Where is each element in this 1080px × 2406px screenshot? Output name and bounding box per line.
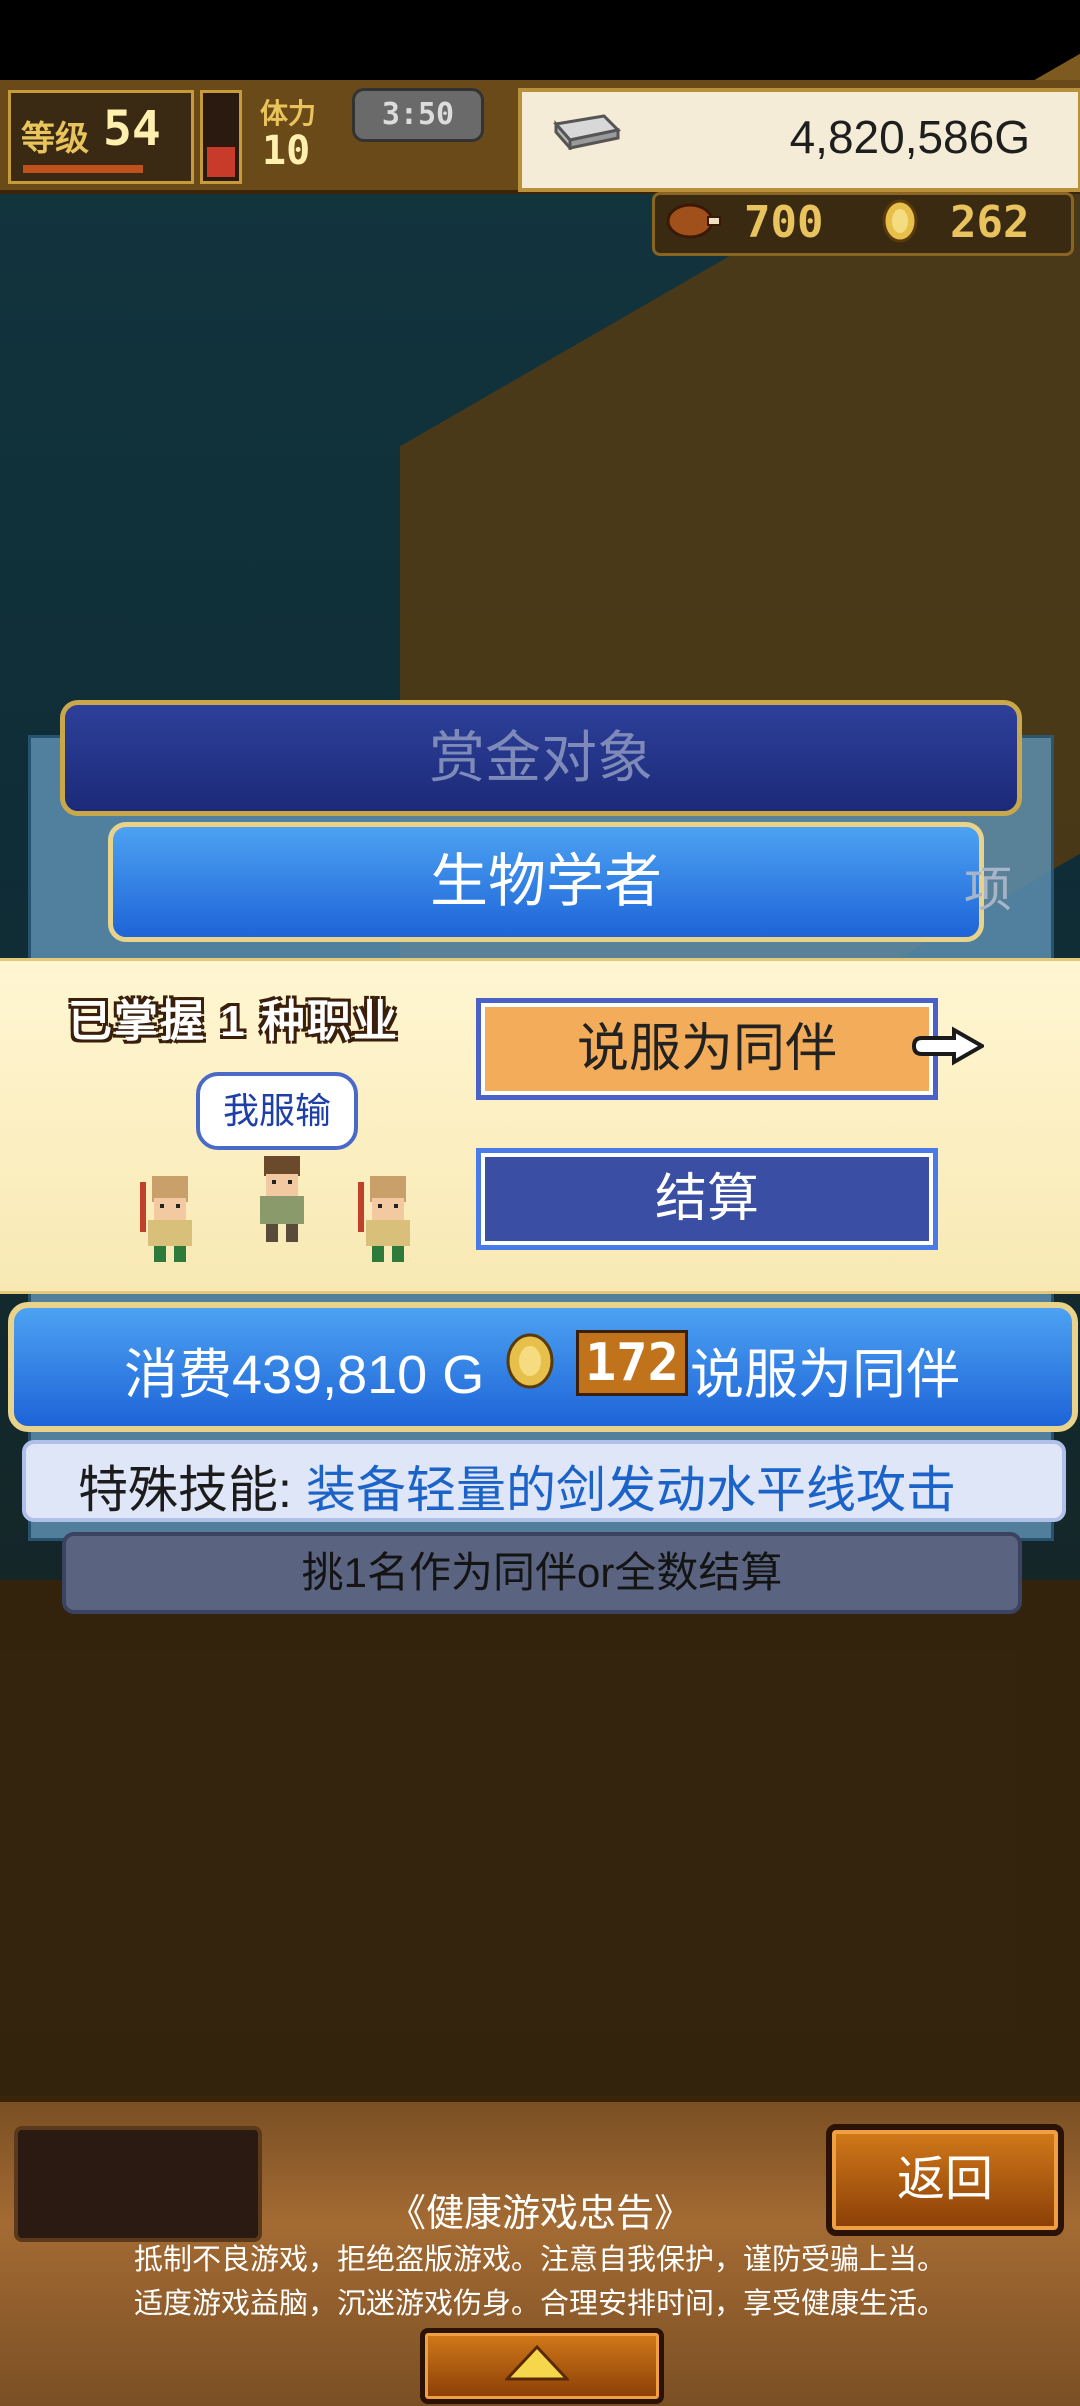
mastered-jobs-label: 已掌握 1 种职业: [68, 997, 399, 1046]
character-sprite-center[interactable]: [244, 1150, 320, 1246]
special-skill-label: 特殊技能:: [78, 1462, 292, 1518]
stamina-value: 10: [262, 128, 311, 174]
recruit-button[interactable]: 说服为同伴: [476, 998, 938, 1100]
silver-bar-icon: [553, 114, 622, 150]
meat-value: 700: [744, 197, 824, 248]
stamina-gauge: [200, 90, 242, 184]
gold-value: 4,820,586G: [789, 111, 1030, 163]
health-advice-line-1: 抵制不良游戏，拒绝盗版游戏。注意自我保护，谨防受骗上当。: [133, 2244, 946, 2276]
character-sprite-left[interactable]: [130, 1170, 210, 1266]
gold-coin-icon: [506, 1333, 554, 1389]
special-skill-text: 装备轻量的剑发动水平线攻击: [306, 1462, 956, 1518]
character-sprite-right[interactable]: [348, 1170, 428, 1266]
stamina-label: 体力: [260, 98, 317, 129]
medal-icon: [882, 199, 918, 243]
pointing-hand-icon: [911, 1026, 984, 1066]
bounty-target-name: 生物学者: [108, 822, 984, 942]
coin-count: 172: [576, 1330, 688, 1396]
hint-bar: 挑1名作为同伴or全数结算: [62, 1532, 1022, 1614]
status-bar: [0, 0, 1080, 80]
medal-value: 262: [950, 197, 1030, 248]
bounty-header: 赏金对象: [60, 700, 1022, 816]
expand-button[interactable]: [420, 2328, 664, 2404]
speech-bubble: 我服输: [196, 1072, 358, 1150]
health-advice-line-2: 适度游戏益脑，沉迷游戏伤身。合理安排时间，享受健康生活。: [133, 2288, 946, 2320]
level-box: 等级 54: [8, 90, 194, 184]
stamina-timer: 3:50: [352, 88, 484, 142]
cost-action-label: 说服为同伴: [690, 1345, 960, 1405]
level-exp-bar: [23, 165, 143, 173]
settle-button[interactable]: 结算: [476, 1148, 938, 1250]
partial-edge-text: 项: [964, 864, 1013, 917]
cost-amount: 消费439,810 G: [124, 1345, 485, 1405]
level-label: 等级: [21, 119, 89, 159]
stamina-fill: [207, 147, 235, 177]
triangle-up-icon: [505, 2345, 569, 2381]
meat-icon: [666, 203, 721, 239]
level-value: 54: [103, 101, 161, 157]
health-advice-title: 《健康游戏忠告》: [387, 2193, 692, 2235]
